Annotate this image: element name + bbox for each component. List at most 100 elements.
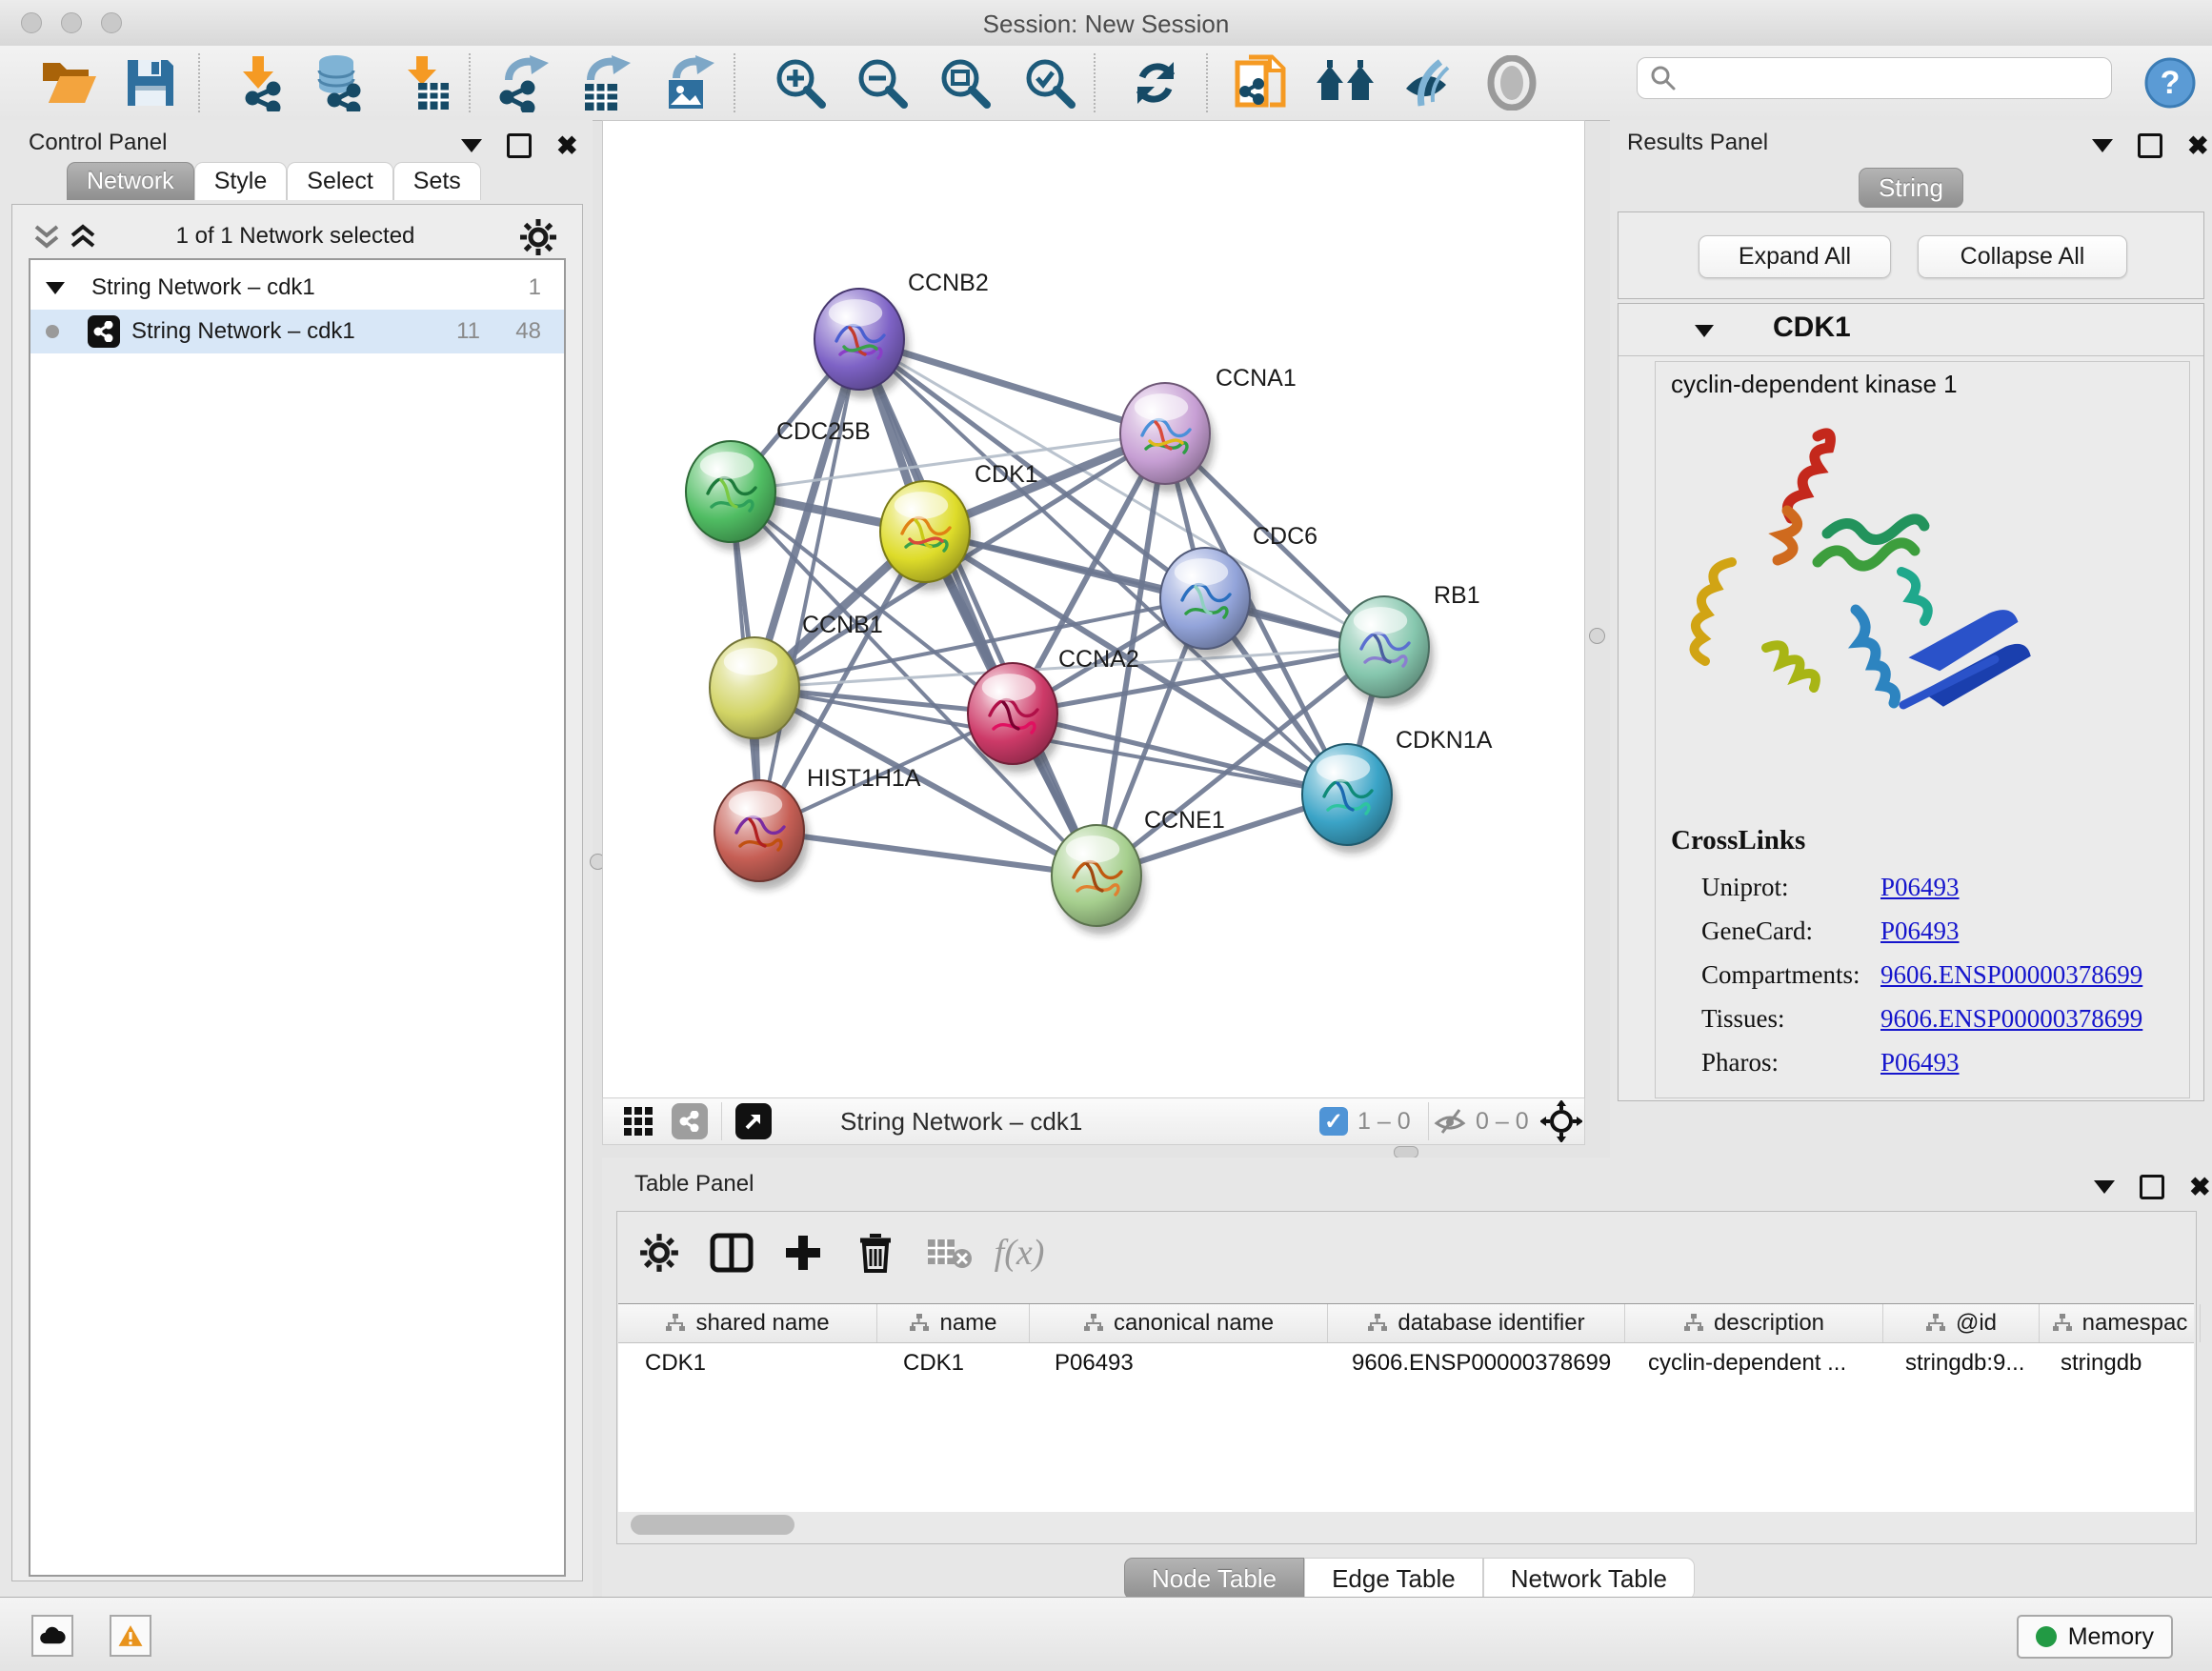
crosslink-pharos-link[interactable]: P06493 <box>1880 1048 1960 1077</box>
table-cell[interactable]: stringdb:9... <box>1879 1350 2034 1377</box>
network-collection-row[interactable]: String Network – cdk1 1 <box>30 266 564 310</box>
column-header-0[interactable]: shared name <box>618 1304 877 1342</box>
help-button[interactable]: ? <box>2134 52 2206 113</box>
float-panel-icon[interactable] <box>2140 1175 2164 1199</box>
collapse-panel-icon[interactable] <box>2092 139 2113 152</box>
status-bar: Memory <box>0 1597 2212 1671</box>
refresh-view-button[interactable] <box>1119 52 1192 113</box>
delete-table-button[interactable] <box>920 1225 977 1280</box>
crosshair-icon[interactable] <box>1540 1100 1582 1142</box>
close-panel-icon[interactable]: ✖ <box>556 136 578 155</box>
birdseye-toggle-icon[interactable] <box>735 1103 772 1139</box>
delete-column-button[interactable] <box>847 1225 904 1280</box>
export-image-button[interactable] <box>654 52 726 113</box>
crosslink-uniprot-link[interactable]: P06493 <box>1880 873 1960 902</box>
float-panel-icon[interactable] <box>507 133 532 158</box>
column-header-3[interactable]: database identifier <box>1328 1304 1625 1342</box>
column-header-6[interactable]: namespac <box>2040 1304 2201 1342</box>
cloud-status-button[interactable] <box>31 1615 73 1657</box>
network-node-HIST1H1A[interactable]: HIST1H1A <box>714 765 921 890</box>
table-panel-window-buttons: ✖ <box>2094 1175 2211 1199</box>
column-header-5[interactable]: @id <box>1883 1304 2040 1342</box>
export-table-icon <box>577 53 634 112</box>
table-cell[interactable]: CDK1 <box>618 1350 876 1377</box>
import-table-button[interactable] <box>389 52 461 113</box>
import-network-database-button[interactable] <box>301 52 373 113</box>
table-cell[interactable]: stringdb <box>2034 1350 2194 1377</box>
tab-node-table[interactable]: Node Table <box>1124 1558 1304 1600</box>
network-node-CDC6[interactable]: CDC6 <box>1160 523 1317 657</box>
export-table-button[interactable] <box>570 52 642 113</box>
close-panel-icon[interactable]: ✖ <box>2187 136 2209 155</box>
zoom-fit-button[interactable] <box>929 52 1001 113</box>
toolbar-separator <box>734 53 735 112</box>
table-cell[interactable]: cyclin-dependent ... <box>1621 1350 1879 1377</box>
table-cell[interactable]: CDK1 <box>876 1350 1028 1377</box>
tab-network-table[interactable]: Network Table <box>1483 1558 1695 1600</box>
tab-string[interactable]: String <box>1859 168 1963 208</box>
collapse-panel-icon[interactable] <box>461 139 482 152</box>
string-network-graph[interactable]: CCNB2CCNA1CDC25BCDK1CDC6RB1CCNB1CCNA2CDK… <box>603 121 1584 1098</box>
table-cell[interactable]: 9606.ENSP00000378699 <box>1325 1350 1621 1377</box>
save-session-button[interactable] <box>114 52 187 113</box>
close-panel-icon[interactable]: ✖ <box>2189 1178 2211 1197</box>
crosslink-compartments-link[interactable]: 9606.ENSP00000378699 <box>1880 960 2142 990</box>
network-edge[interactable] <box>759 339 859 831</box>
open-session-button[interactable] <box>32 52 105 113</box>
crosslink-tissues-link[interactable]: 9606.ENSP00000378699 <box>1880 1004 2142 1034</box>
collapse-all-icon[interactable] <box>32 223 65 252</box>
table-row[interactable]: CDK1CDK1P064939606.ENSP00000378699cyclin… <box>618 1343 2194 1383</box>
show-columns-button[interactable] <box>703 1225 760 1280</box>
tab-select[interactable]: Select <box>287 162 392 200</box>
add-column-button[interactable] <box>774 1225 832 1280</box>
network-canvas[interactable]: CCNB2CCNA1CDC25BCDK1CDC6RB1CCNB1CCNA2CDK… <box>602 120 1585 1099</box>
presentation-sphere-button[interactable] <box>1476 52 1548 113</box>
export-network-button[interactable] <box>488 52 560 113</box>
tab-sets[interactable]: Sets <box>393 162 481 200</box>
table-panel: Table Panel ✖ <box>602 1158 2212 1597</box>
toolbar-separator <box>469 53 471 112</box>
tab-network[interactable]: Network <box>67 162 194 200</box>
horizontal-scrollbar-thumb[interactable] <box>631 1515 794 1535</box>
tree-expand-icon[interactable] <box>46 282 65 294</box>
collapse-all-button[interactable]: Collapse All <box>1918 235 2127 278</box>
column-header-4[interactable]: description <box>1625 1304 1883 1342</box>
function-builder-button[interactable]: f(x) <box>991 1225 1048 1280</box>
zoom-in-button[interactable] <box>764 52 836 113</box>
expand-all-icon[interactable] <box>69 223 101 252</box>
collapse-panel-icon[interactable] <box>2094 1180 2115 1194</box>
memory-button[interactable]: Memory <box>2017 1615 2173 1659</box>
copy-document-icon <box>1234 53 1287 112</box>
grid-view-icon[interactable] <box>622 1105 654 1137</box>
float-panel-icon[interactable] <box>2138 133 2162 158</box>
selected-checkbox-icon[interactable]: ✓ <box>1319 1107 1348 1136</box>
network-node-RB1[interactable]: RB1 <box>1339 582 1480 706</box>
network-type-icon <box>88 315 120 348</box>
table-settings-button[interactable] <box>631 1225 688 1280</box>
network-node-CCNE1[interactable]: CCNE1 <box>1052 807 1225 935</box>
tab-edge-table[interactable]: Edge Table <box>1304 1558 1483 1600</box>
zoom-out-button[interactable] <box>846 52 918 113</box>
network-edge[interactable] <box>759 831 1096 876</box>
string-home-button[interactable] <box>1309 52 1381 113</box>
network-row-selected[interactable]: String Network – cdk1 11 48 <box>30 310 564 353</box>
warning-status-button[interactable] <box>110 1615 151 1657</box>
zoom-selected-button[interactable] <box>1014 52 1086 113</box>
column-header-1[interactable]: name <box>877 1304 1030 1342</box>
right-divider-knob[interactable] <box>1589 628 1605 644</box>
search-input[interactable] <box>1678 65 2111 91</box>
clone-network-button[interactable] <box>1224 52 1297 113</box>
network-node-CDKN1A[interactable]: CDKN1A <box>1302 727 1493 854</box>
network-node-CCNB1[interactable]: CCNB1 <box>710 612 883 747</box>
import-network-file-button[interactable] <box>222 52 294 113</box>
crosslink-genecard-link[interactable]: P06493 <box>1880 916 1960 946</box>
section-collapse-icon[interactable] <box>1695 325 1714 337</box>
network-view-icon[interactable] <box>672 1103 708 1139</box>
table-cell[interactable]: P06493 <box>1028 1350 1325 1377</box>
hide-glyphs-button[interactable] <box>1391 52 1463 113</box>
search-field[interactable] <box>1637 57 2112 99</box>
tab-style[interactable]: Style <box>194 162 288 200</box>
gear-icon[interactable] <box>518 217 558 257</box>
expand-all-button[interactable]: Expand All <box>1699 235 1891 278</box>
column-header-2[interactable]: canonical name <box>1030 1304 1328 1342</box>
